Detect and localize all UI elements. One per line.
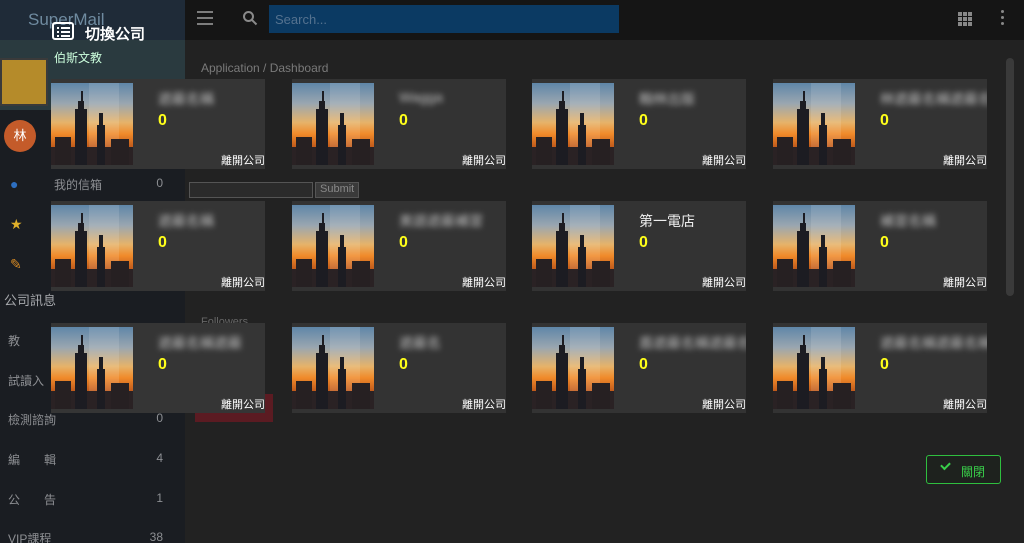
leave-company-link[interactable]: 離開公司 [221,274,265,290]
sidebar-item-label: 教 [8,334,21,348]
company-name: 第一電店 [639,213,695,229]
company-image [773,327,855,409]
sidebar-item-label: 試讀入 [8,374,45,388]
sidebar-item-count: 38 [149,530,163,543]
company-unread-count: 0 [399,234,408,251]
leave-company-link[interactable]: 離開公司 [221,396,265,412]
company-card[interactable]: 美語遮蔽補習 0 離開公司 [292,201,506,291]
company-unread-count: 0 [158,356,167,373]
star-icon[interactable]: ★ [10,216,26,232]
leave-company-link[interactable]: 離開公司 [702,396,746,412]
company-card[interactable]: 林遮蔽名稱遮蔽名稱... 0 離開公司 [773,79,987,169]
sidebar-item-inbox[interactable]: 我的信箱 0 [0,172,185,196]
check-icon [940,459,951,471]
top-bar [185,0,1024,40]
sidebar-item-count: 0 [156,411,163,425]
pencil-icon[interactable]: ✎ [10,256,26,272]
sidebar-item-edit[interactable]: 編 輯 4 [0,447,185,471]
close-button-label: 關閉 [961,465,986,479]
company-name: 美語遮蔽補習 [399,213,483,229]
avatar[interactable]: 林 [4,120,36,152]
company-card[interactable]: 補習名稱 0 離開公司 [773,201,987,291]
company-card[interactable]: 遮蔽名稱 0 離開公司 [51,201,265,291]
company-name: 遮蔽名稱 [158,213,214,229]
leave-company-link[interactable]: 離開公司 [702,274,746,290]
breadcrumb: Application / Dashboard [201,61,329,75]
company-name: Wagga [399,89,443,105]
company-image [532,205,614,287]
company-card[interactable]: 遮蔽名稱遮蔽名稱N 0 離開公司 [773,323,987,413]
company-card[interactable]: 遮蔽名 0 離開公司 [292,323,506,413]
company-image [292,83,374,165]
leave-company-link[interactable]: 離開公司 [462,274,506,290]
leave-company-link[interactable]: 離開公司 [943,274,987,290]
company-image [532,327,614,409]
company-image [532,83,614,165]
company-card[interactable]: 遮蔽名稱 0 離開公司 [51,79,265,169]
leave-company-link[interactable]: 離開公司 [462,396,506,412]
sidebar-item-count: 4 [156,451,163,465]
company-unread-count: 0 [880,356,889,373]
leave-company-link[interactable]: 離開公司 [702,152,746,168]
background-submit-button: Submit [315,182,360,198]
company-unread-count: 0 [639,356,648,373]
company-unread-count: 0 [639,234,648,251]
company-card[interactable]: 盾遮蔽名稱遮蔽名稱. 0 離開公司 [532,323,746,413]
sidebar-item-count: 0 [156,176,163,190]
menu-icon[interactable] [197,11,213,25]
company-name: 補習名稱 [880,213,936,229]
company-unread-count: 0 [158,234,167,251]
sidebar-section-title: 公司訊息 [4,293,57,308]
leave-company-link[interactable]: 離開公司 [943,152,987,168]
company-logo [0,58,48,106]
sidebar-item-label: VIP課程 [8,532,52,543]
sidebar-item-count: 1 [156,491,163,505]
leave-company-link[interactable]: 離開公司 [943,396,987,412]
company-image [51,327,133,409]
company-unread-count: 0 [880,234,889,251]
user-name: 伯斯文教 [54,51,103,65]
leave-company-link[interactable]: 離開公司 [462,152,506,168]
company-unread-count: 0 [399,356,408,373]
company-name: 遮蔽名稱 [158,91,214,107]
company-unread-count: 0 [639,112,648,129]
company-image [51,205,133,287]
search-input[interactable] [269,5,619,33]
company-image [292,205,374,287]
company-card[interactable]: Wagga 0 離開公司 [292,79,506,169]
search-icon[interactable] [242,10,258,26]
company-unread-count: 0 [158,112,167,129]
scrollbar[interactable] [1006,58,1014,296]
more-vert-icon[interactable] [1001,10,1005,28]
sidebar-item-label: 我的信箱 [54,178,103,192]
company-name: 遮蔽名 [399,335,441,351]
company-card[interactable]: 第一電店 0 離開公司 [532,201,746,291]
company-name: 遮蔽名稱遮蔽名稱N [880,335,987,351]
background-input [189,182,313,198]
company-name: 林遮蔽名稱遮蔽名稱... [880,91,987,107]
sidebar-item-vip[interactable]: VIP課程 38 [0,526,185,543]
company-name: 盾遮蔽名稱遮蔽名稱. [639,335,746,351]
company-image [773,83,855,165]
company-card[interactable]: 遮蔽名稱遮蔽 0 離開公司 [51,323,265,413]
sidebar-item-label: 檢測諮詢 [8,413,57,427]
modal-title: 切換公司 [85,26,146,43]
company-image [292,327,374,409]
company-name: 翰林出版 [639,91,695,107]
leave-company-link[interactable]: 離開公司 [221,152,265,168]
sidebar-item-label: 編 輯 [8,453,57,467]
page: SuperMail 伯斯文教 林 ● ★ ✎ 我的信箱 0 公司訊息 教 試讀入… [0,0,1024,543]
close-button[interactable]: 關閉 [926,455,1001,484]
company-name: 遮蔽名稱遮蔽 [158,335,242,351]
company-unread-count: 0 [880,112,889,129]
list-icon [52,22,74,40]
company-card[interactable]: 翰林出版 0 離開公司 [532,79,746,169]
sidebar-item-notice[interactable]: 公 告 1 [0,487,185,511]
sidebar-item-label: 公 告 [8,493,57,507]
company-image [773,205,855,287]
company-unread-count: 0 [399,112,408,129]
apps-grid-icon[interactable] [958,12,972,26]
company-image [51,83,133,165]
